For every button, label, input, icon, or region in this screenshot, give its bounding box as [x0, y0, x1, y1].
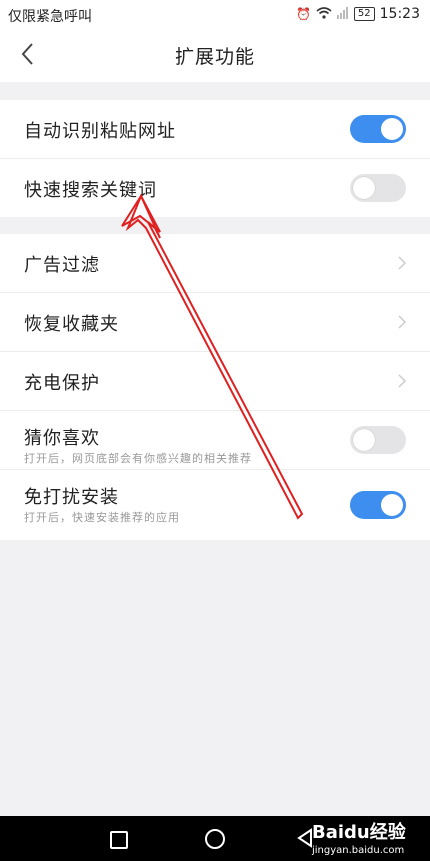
toggle-knob	[353, 177, 375, 199]
toggle-knob	[353, 429, 375, 451]
watermark-url: jingyan.baidu.com	[312, 845, 405, 856]
page-title: 扩展功能	[174, 46, 255, 68]
wifi-icon	[316, 6, 332, 22]
settings-group-1: 自动识别粘贴网址 快速搜索关键词	[0, 100, 430, 217]
status-bar: 仅限紧急呼叫 ⏰ 52 15:23	[0, 0, 430, 28]
auto-detect-url-toggle[interactable]	[350, 115, 406, 143]
signal-icon	[336, 6, 349, 22]
setting-quick-search-keyword: 快速搜索关键词	[0, 159, 430, 217]
setting-no-disturb-install: 免打扰安装 打开后，快速安装推荐的应用	[0, 470, 430, 540]
home-icon[interactable]	[205, 829, 225, 849]
setting-description: 打开后，快速安装推荐的应用	[24, 511, 180, 524]
setting-auto-detect-url: 自动识别粘贴网址	[0, 100, 430, 159]
setting-restore-favorites[interactable]: 恢复收藏夹	[0, 293, 430, 352]
baidu-jingyan-watermark: Baidu经验 jingyan.baidu.com	[312, 818, 406, 856]
setting-description: 打开后，网页底部会有你感兴趣的相关推荐	[24, 452, 252, 465]
no-disturb-install-toggle[interactable]	[350, 491, 406, 519]
setting-label: 充电保护	[24, 373, 100, 394]
carrier-text: 仅限紧急呼叫	[8, 9, 92, 25]
watermark-brand: Baidu经验	[312, 822, 406, 843]
setting-label: 恢复收藏夹	[24, 314, 119, 335]
toggle-knob	[381, 118, 403, 140]
settings-group-2: 广告过滤 恢复收藏夹 充电保护 猜你喜欢 打开后，网页底部会有你感兴趣的相关推荐…	[0, 234, 430, 540]
setting-label: 免打扰安装	[24, 487, 119, 508]
chevron-right-icon	[398, 374, 407, 388]
recent-apps-icon[interactable]	[110, 831, 128, 849]
setting-charging-protection[interactable]: 充电保护	[0, 352, 430, 411]
chevron-right-icon	[398, 256, 407, 270]
clock: 15:23	[379, 6, 420, 22]
setting-ad-filter[interactable]: 广告过滤	[0, 234, 430, 293]
setting-label: 广告过滤	[24, 255, 100, 276]
alarm-icon: ⏰	[295, 7, 311, 21]
guess-you-like-toggle[interactable]	[350, 426, 406, 454]
chevron-right-icon	[398, 315, 407, 329]
header-bar: 扩展功能	[0, 28, 430, 82]
setting-label: 猜你喜欢	[24, 428, 100, 449]
toggle-knob	[381, 494, 403, 516]
setting-label: 快速搜索关键词	[24, 180, 157, 201]
status-icons: ⏰ 52 15:23	[296, 6, 420, 22]
setting-guess-you-like: 猜你喜欢 打开后，网页底部会有你感兴趣的相关推荐	[0, 411, 430, 470]
setting-label: 自动识别粘贴网址	[24, 121, 176, 142]
quick-search-keyword-toggle[interactable]	[350, 174, 406, 202]
battery-icon: 52	[353, 7, 375, 21]
